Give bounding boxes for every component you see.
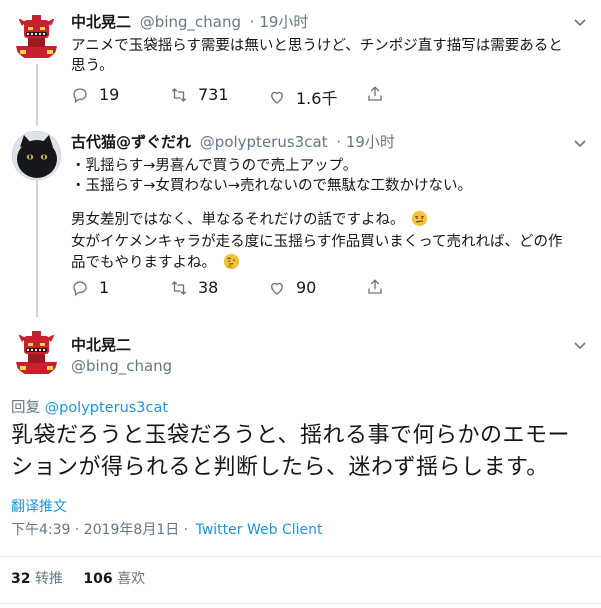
emoji-thinking-icon	[223, 253, 239, 270]
like-count: 1.6千	[296, 89, 338, 108]
reply-button[interactable]: 19	[71, 85, 119, 104]
tweet-text-line: ・玉揺らす→女買わない→売れないので無駄な工数かけない。	[71, 178, 473, 194]
reply-icon	[73, 87, 87, 103]
share-icon	[368, 279, 382, 294]
retweet-button[interactable]: 731	[170, 85, 229, 104]
like-icon	[271, 91, 283, 104]
like-button[interactable]: 1.6千	[268, 85, 337, 109]
retweet-count: 38	[198, 278, 219, 297]
retweet-stats[interactable]: 32 转推	[11, 571, 67, 587]
like-icon	[271, 282, 283, 295]
share-icon	[368, 86, 382, 101]
divider	[0, 556, 601, 557]
tweet-time[interactable]: · 19小时	[250, 13, 309, 31]
tweet-text-line: 思う。	[71, 58, 114, 74]
tweet-text-line: 男女差別ではなく、単なるそれだけの話ですよね。	[71, 210, 428, 230]
author-name[interactable]: 中北晃二	[71, 335, 131, 355]
author-handle[interactable]: @bing_chang	[140, 13, 241, 31]
likes-label: 喜欢	[117, 571, 146, 587]
emoji-smirk-icon	[411, 210, 428, 227]
author-name[interactable]: 古代猫@ずぐだれ	[71, 133, 191, 151]
caret-down-icon[interactable]	[572, 136, 588, 152]
avatar[interactable]	[12, 131, 61, 180]
tweet-text-segment: 男女差別ではなく、単なるそれだけの話ですよね。	[71, 212, 405, 228]
timestamp[interactable]: 下午4:39 · 2019年8月1日 ·	[11, 522, 188, 538]
retweets-count: 32	[11, 571, 31, 587]
caret-down-icon[interactable]	[572, 338, 588, 354]
avatar[interactable]	[12, 12, 61, 61]
client-link[interactable]: Twitter Web Client	[196, 522, 323, 538]
reply-count: 19	[99, 85, 120, 104]
translate-link[interactable]: 翻译推文	[11, 497, 67, 517]
tweet-text-line: 乳袋だろうと玉袋だろうと、揺れる事で何らかのエモー	[11, 423, 570, 448]
thread-line	[36, 180, 38, 317]
thread-line	[36, 64, 38, 126]
retweets-label: 转推	[34, 571, 63, 587]
stats-bar: 32 转推 106 喜欢	[11, 569, 145, 589]
avatar[interactable]	[12, 328, 61, 377]
tweet-text-line: 女がイケメンキャラが走る度に玉揺らす作品買いまくって売れれば、どの作	[71, 234, 563, 250]
likes-stats[interactable]: 106 喜欢	[83, 571, 145, 587]
tweet-time[interactable]: · 19小时	[336, 133, 395, 151]
like-button[interactable]: 90	[268, 278, 316, 297]
tweet-text-line: 品でもやりますよね。	[71, 253, 240, 273]
tweet-text-line: ・乳揺らす→男喜んで買うので売上アップ。	[71, 158, 358, 174]
reply-icon	[73, 280, 87, 296]
retweet-icon	[171, 87, 187, 102]
reply-prefix: 回复	[11, 400, 40, 416]
reply-count: 1	[99, 278, 110, 297]
tweet-text-line: アニメで玉袋揺らす需要は無いと思うけど、チンポジ直す描写は需要あると	[71, 38, 563, 54]
share-button[interactable]	[366, 278, 394, 296]
retweet-button[interactable]: 38	[170, 278, 218, 297]
like-count: 90	[296, 278, 317, 297]
likes-count: 106	[83, 571, 113, 587]
divider	[0, 603, 601, 604]
tweet-text-line: ションが得られると判断したら、迷わず揺らします。	[11, 455, 549, 480]
reply-to-link[interactable]: @polypterus3cat	[45, 400, 168, 416]
author-name[interactable]: 中北晃二	[71, 13, 131, 31]
share-button[interactable]	[366, 85, 394, 103]
retweet-count: 731	[198, 85, 229, 104]
author-handle[interactable]: @polypterus3cat	[200, 133, 328, 151]
reply-button[interactable]: 1	[71, 278, 109, 297]
author-handle[interactable]: @bing_chang	[71, 356, 172, 376]
tweet-text-segment: 品でもやりますよね。	[71, 255, 216, 271]
retweet-icon	[171, 280, 187, 295]
caret-down-icon[interactable]	[572, 15, 588, 31]
